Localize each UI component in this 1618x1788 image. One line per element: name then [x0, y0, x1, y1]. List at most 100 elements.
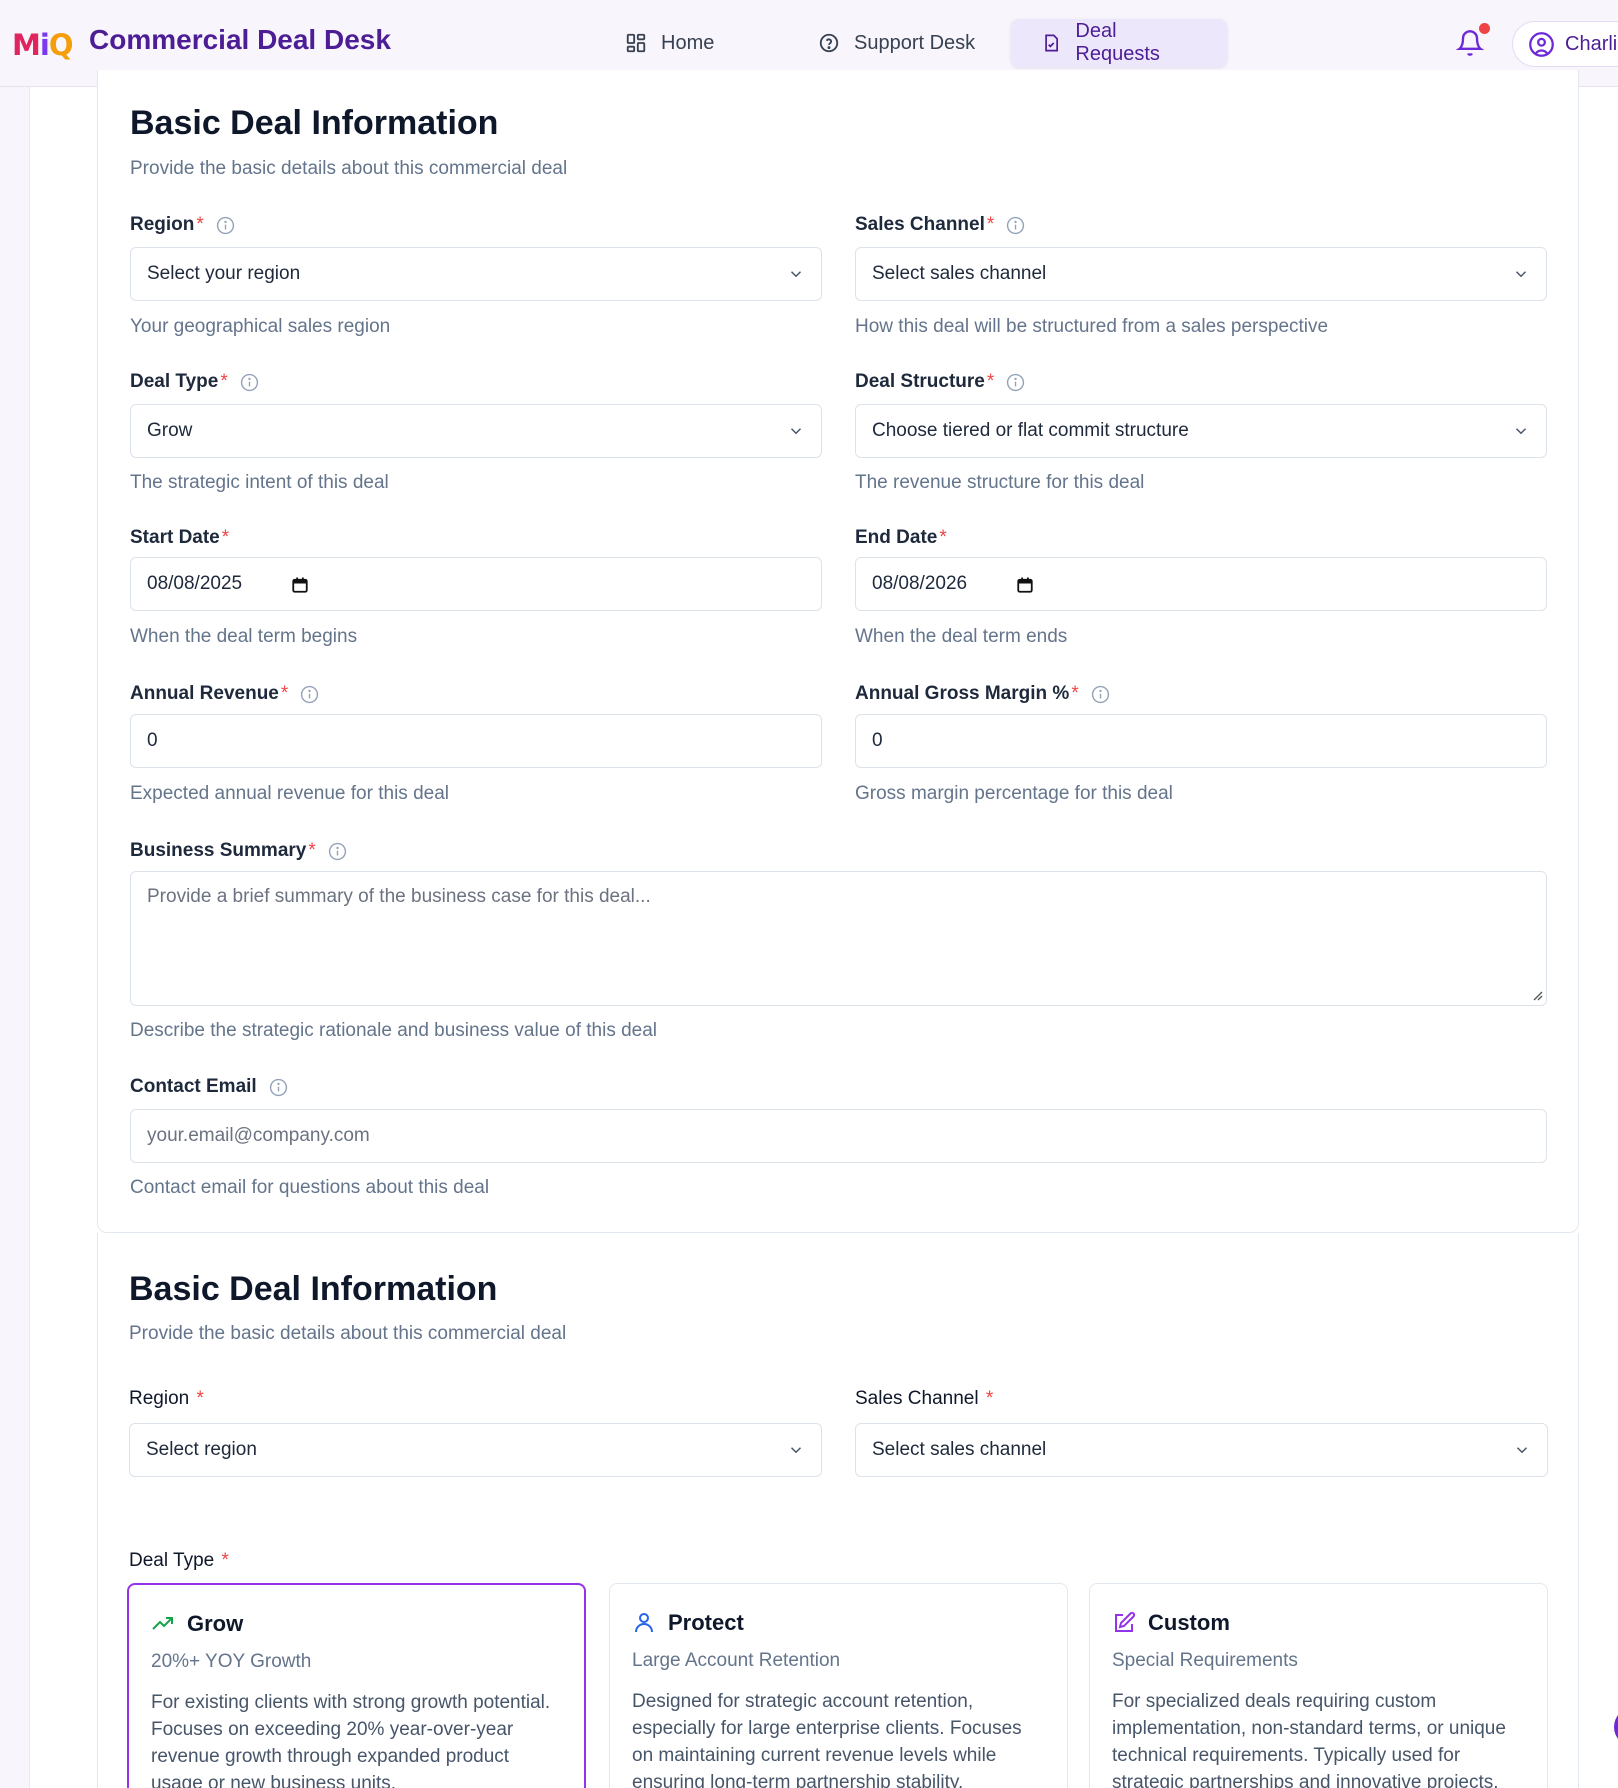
floating-help-button[interactable] — [1614, 1707, 1618, 1747]
deal-type-select-value: Grow — [147, 420, 193, 441]
info-icon[interactable] — [328, 842, 347, 861]
sales-channel-help: How this deal will be structured from a … — [855, 316, 1329, 337]
user-menu-button[interactable]: Charlie — [1512, 21, 1618, 67]
resize-handle-icon[interactable] — [1531, 989, 1543, 1001]
chevron-down-icon — [790, 1447, 802, 1454]
info-icon[interactable] — [269, 1078, 288, 1097]
start-date-label: Start Date * — [130, 527, 229, 549]
gross-margin-label-text: Annual Gross Margin % — [855, 683, 1070, 704]
user-circle-icon — [1529, 31, 1554, 57]
sales-channel-label-2: Sales Channel * — [855, 1388, 993, 1410]
deal-structure-help: The revenue structure for this deal — [855, 472, 1145, 493]
start-date-label-text: Start Date — [130, 527, 220, 548]
nav-deal-requests[interactable]: Deal Requests — [1011, 19, 1227, 67]
deal-structure-label: Deal Structure * — [855, 371, 1025, 393]
chevron-down-icon — [1516, 1447, 1528, 1454]
sales-channel-label: Sales Channel * — [855, 214, 1025, 236]
info-icon[interactable] — [216, 216, 235, 235]
section-subtitle: Provide the basic details about this com… — [130, 158, 568, 179]
region-select-value: Select your region — [147, 263, 301, 284]
required-marker: * — [986, 214, 995, 235]
required-marker: * — [1071, 683, 1079, 704]
sales-channel-label-2-text: Sales Channel — [855, 1388, 979, 1409]
gross-margin-help: Gross margin percentage for this deal — [855, 783, 1173, 804]
annual-revenue-label-text: Annual Revenue — [130, 683, 279, 704]
business-summary-help: Describe the strategic rationale and bus… — [130, 1020, 658, 1041]
deal-type-select[interactable]: Grow — [130, 404, 822, 458]
business-summary-placeholder: Provide a brief summary of the business … — [147, 886, 651, 907]
deal-type-card-subtitle: Large Account Retention — [632, 1650, 841, 1671]
annual-revenue-help: Expected annual revenue for this deal — [130, 783, 449, 804]
nav-support-desk-label: Support Desk — [854, 31, 976, 54]
deal-type-help: The strategic intent of this deal — [130, 472, 389, 493]
gross-margin-input[interactable]: 0 — [855, 714, 1547, 768]
deal-type-card-description: Designed for strategic account retention… — [632, 1691, 1022, 1788]
calendar-icon[interactable] — [1016, 576, 1034, 594]
end-date-help: When the deal term ends — [855, 626, 1068, 647]
region-label-2-text: Region — [129, 1388, 190, 1409]
info-icon[interactable] — [300, 685, 319, 704]
miq-logo[interactable]: MiQ — [12, 28, 73, 62]
contact-email-input[interactable]: your.email@company.com — [130, 1109, 1547, 1163]
chevron-down-icon — [790, 271, 802, 278]
trending-up-icon — [152, 1617, 173, 1630]
region-label-text: Region — [130, 214, 195, 235]
required-marker: * — [308, 840, 316, 861]
required-marker: * — [221, 1550, 229, 1571]
annual-revenue-label: Annual Revenue * — [130, 683, 319, 705]
info-icon[interactable] — [1091, 685, 1110, 704]
region-select[interactable]: Select your region — [130, 247, 822, 301]
region-label: Region * — [130, 214, 235, 236]
end-date-value: 08/08/2026 — [872, 573, 968, 594]
sales-channel-select[interactable]: Select sales channel — [855, 247, 1547, 301]
region-select-2[interactable]: Select region — [129, 1423, 822, 1477]
annual-revenue-input[interactable]: 0 — [130, 714, 822, 768]
sales-channel-label-text: Sales Channel — [855, 214, 985, 235]
deal-type-label-2-text: Deal Type — [129, 1550, 215, 1571]
chevron-down-icon — [1515, 428, 1527, 435]
business-summary-label: Business Summary * — [130, 840, 347, 862]
help-circle-icon — [819, 33, 839, 53]
region-label-2: Region * — [129, 1388, 204, 1410]
deal-type-card-title: Protect — [668, 1610, 744, 1635]
document-icon — [1045, 34, 1058, 52]
nav-home-label: Home — [661, 31, 715, 54]
start-date-input[interactable]: 08/08/2025 — [130, 557, 822, 611]
deal-structure-label-text: Deal Structure — [855, 371, 985, 392]
deal-type-card-title: Custom — [1148, 1610, 1230, 1635]
deal-type-card-subtitle: Special Requirements — [1112, 1650, 1298, 1671]
deal-type-label: Deal Type * — [130, 371, 259, 393]
contact-email-label-text: Contact Email — [130, 1076, 257, 1097]
calendar-icon[interactable] — [291, 576, 309, 594]
info-icon[interactable] — [1006, 216, 1025, 235]
sales-channel-select-2[interactable]: Select sales channel — [855, 1423, 1548, 1477]
required-marker: * — [196, 214, 204, 235]
gross-margin-label: Annual Gross Margin % * — [855, 683, 1110, 705]
deal-type-card-description: For specialized deals requiring custom i… — [1112, 1691, 1506, 1788]
contact-email-label: Contact Email — [130, 1076, 288, 1098]
contact-email-help: Contact email for questions about this d… — [130, 1177, 490, 1198]
required-marker: * — [221, 527, 230, 548]
app-title: Commercial Deal Desk — [89, 24, 391, 55]
start-date-value: 08/08/2025 — [147, 573, 243, 594]
start-date-help: When the deal term begins — [130, 626, 358, 647]
nav-home[interactable]: Home — [595, 19, 744, 67]
business-summary-textarea[interactable]: Provide a brief summary of the business … — [130, 871, 1547, 1006]
info-icon[interactable] — [240, 373, 259, 392]
business-summary-label-text: Business Summary — [130, 840, 307, 861]
deal-structure-select[interactable]: Choose tiered or flat commit structure — [855, 404, 1547, 458]
required-marker: * — [985, 1388, 994, 1409]
required-marker: * — [196, 1388, 204, 1409]
deal-type-card-protect[interactable]: Protect Large Account Retention Designed… — [609, 1583, 1068, 1788]
user-name: Charlie — [1565, 32, 1618, 55]
nav-support-desk[interactable]: Support Desk — [788, 19, 1005, 67]
grid-icon — [626, 33, 646, 53]
section-title-2: Basic Deal Information — [129, 1270, 498, 1308]
end-date-label: End Date * — [855, 527, 947, 549]
annual-revenue-value: 0 — [147, 730, 158, 751]
required-marker: * — [986, 371, 995, 392]
info-icon[interactable] — [1006, 373, 1025, 392]
deal-type-card-custom[interactable]: Custom Special Requirements For speciali… — [1089, 1583, 1548, 1788]
end-date-input[interactable]: 08/08/2026 — [855, 557, 1547, 611]
deal-type-card-grow[interactable]: Grow 20%+ YOY Growth For existing client… — [127, 1583, 586, 1788]
